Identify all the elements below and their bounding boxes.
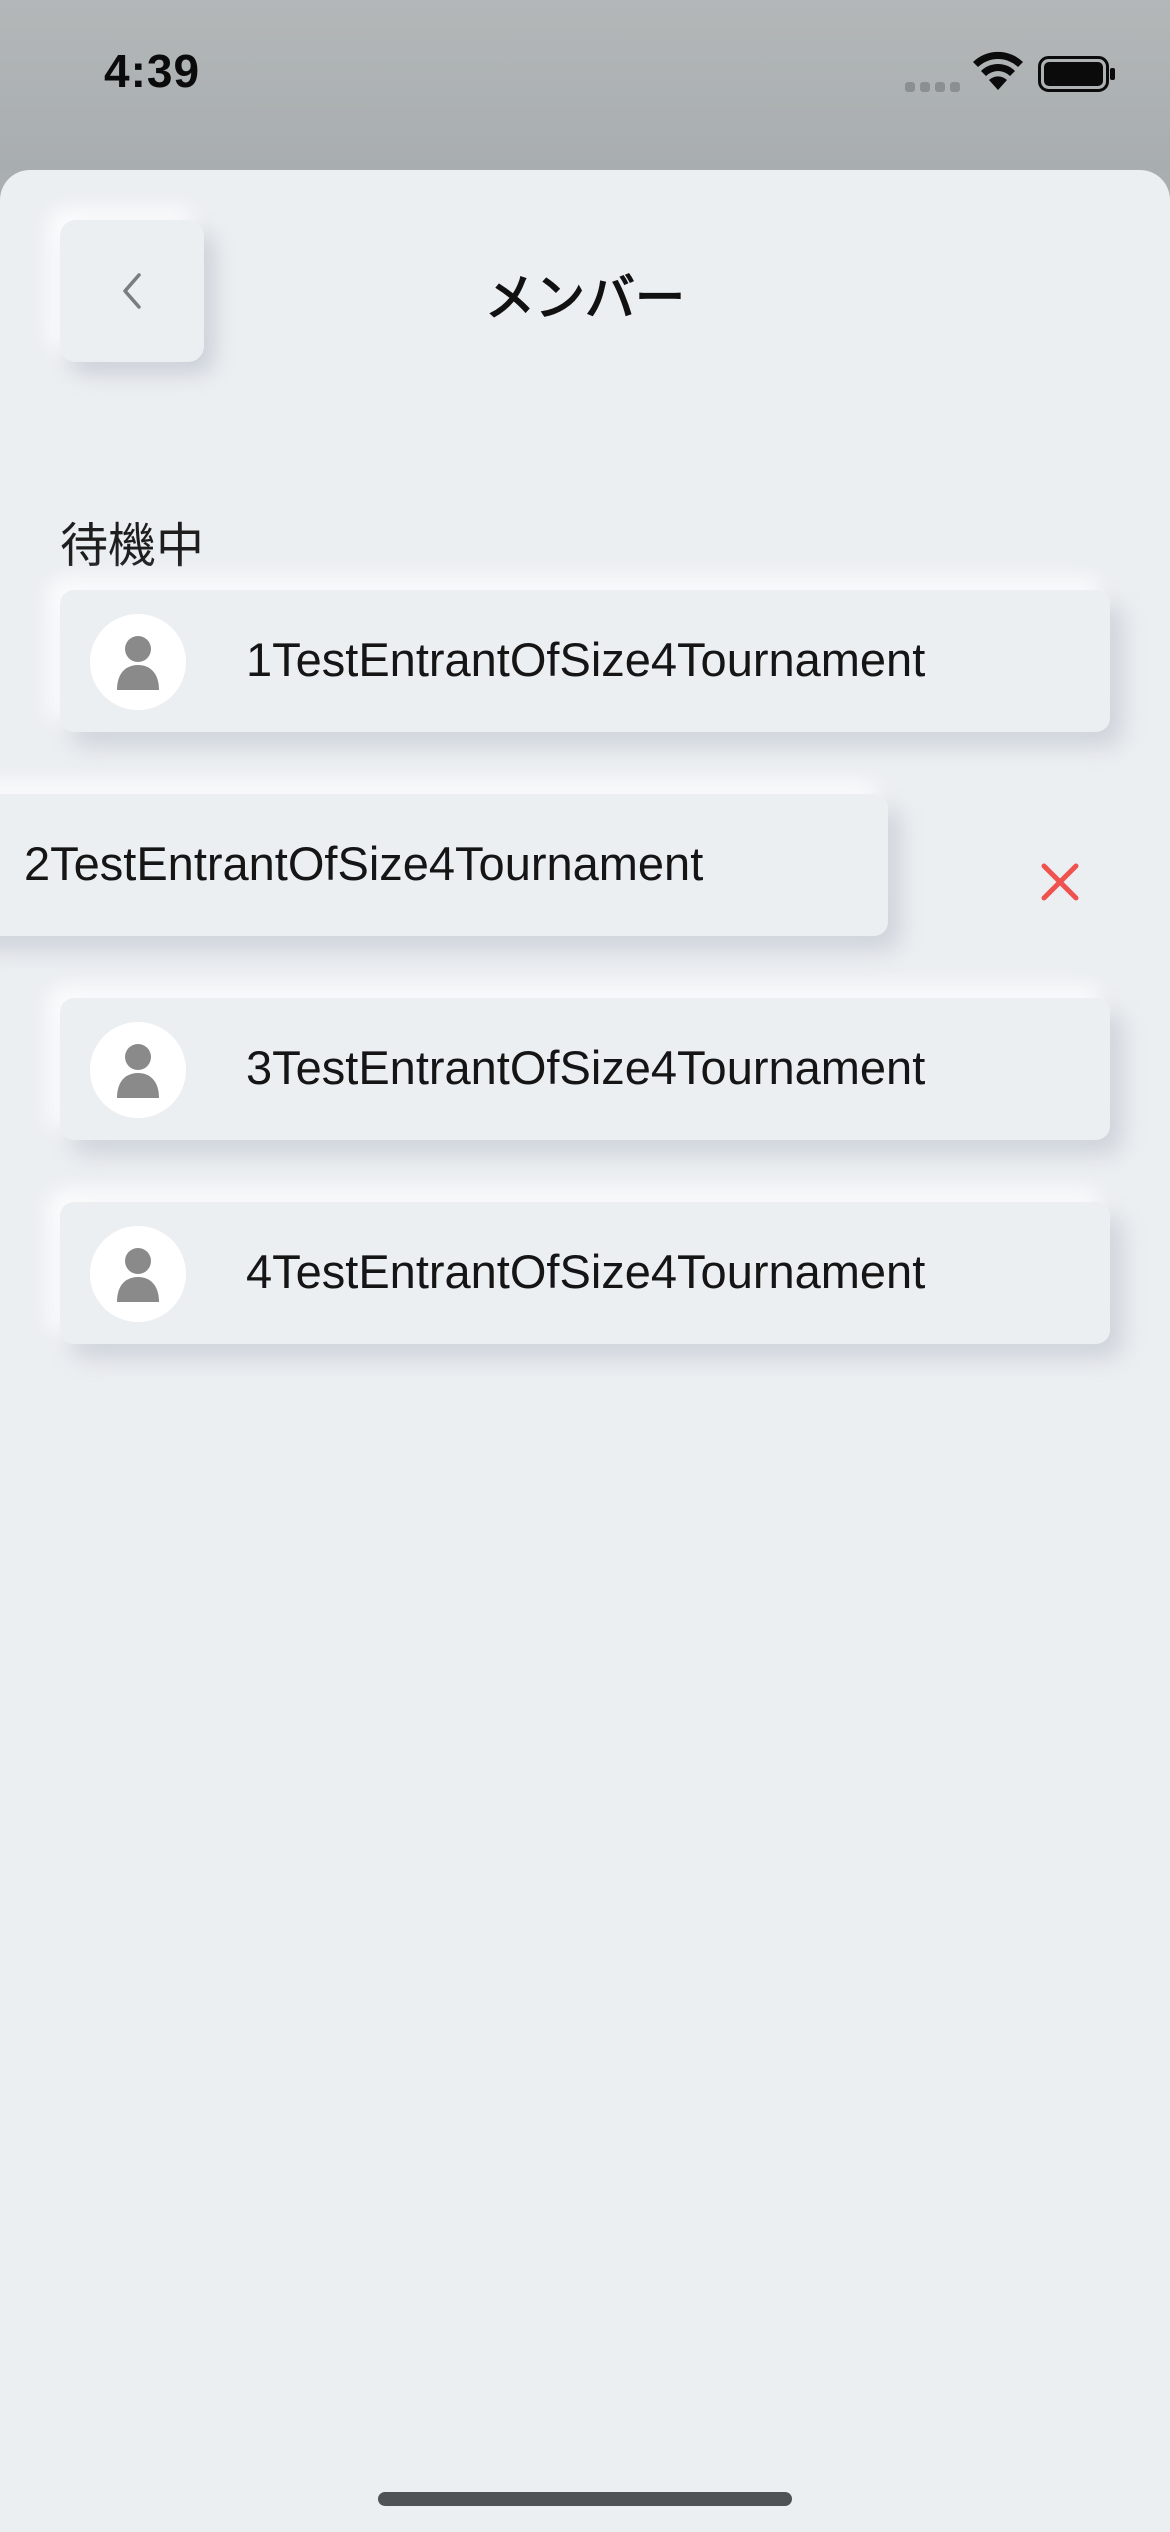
person-icon (117, 1248, 159, 1302)
home-indicator[interactable] (378, 2492, 792, 2506)
member-card[interactable]: 1TestEntrantOfSize4Tournament (60, 590, 1110, 732)
section-label-waiting: 待機中 (60, 518, 205, 574)
member-card-swiped[interactable]: 2TestEntrantOfSize4Tournament (0, 794, 888, 936)
avatar (90, 614, 186, 710)
status-bar: 4:39 (0, 0, 1170, 170)
avatar (90, 1022, 186, 1118)
person-icon (117, 636, 159, 690)
member-card[interactable]: 3TestEntrantOfSize4Tournament (60, 998, 1110, 1140)
page-title: メンバー (485, 269, 685, 327)
person-icon (117, 1044, 159, 1098)
member-card[interactable]: 4TestEntrantOfSize4Tournament (60, 1202, 1110, 1344)
close-icon (1041, 863, 1079, 901)
signal-icon (905, 82, 961, 94)
delete-member-button[interactable] (1020, 842, 1100, 922)
battery-icon (1038, 56, 1115, 92)
wifi-icon (973, 51, 1023, 90)
member-name: 3TestEntrantOfSize4Tournament (246, 1041, 926, 1094)
status-time: 4:39 (104, 45, 201, 97)
member-name: 2TestEntrantOfSize4Tournament (24, 837, 704, 890)
member-name: 4TestEntrantOfSize4Tournament (246, 1245, 926, 1298)
members-sheet: メンバー 待機中 1TestEntrantOfSize4Tournament 2… (0, 170, 1170, 2532)
avatar (90, 1226, 186, 1322)
member-name: 1TestEntrantOfSize4Tournament (246, 633, 926, 686)
